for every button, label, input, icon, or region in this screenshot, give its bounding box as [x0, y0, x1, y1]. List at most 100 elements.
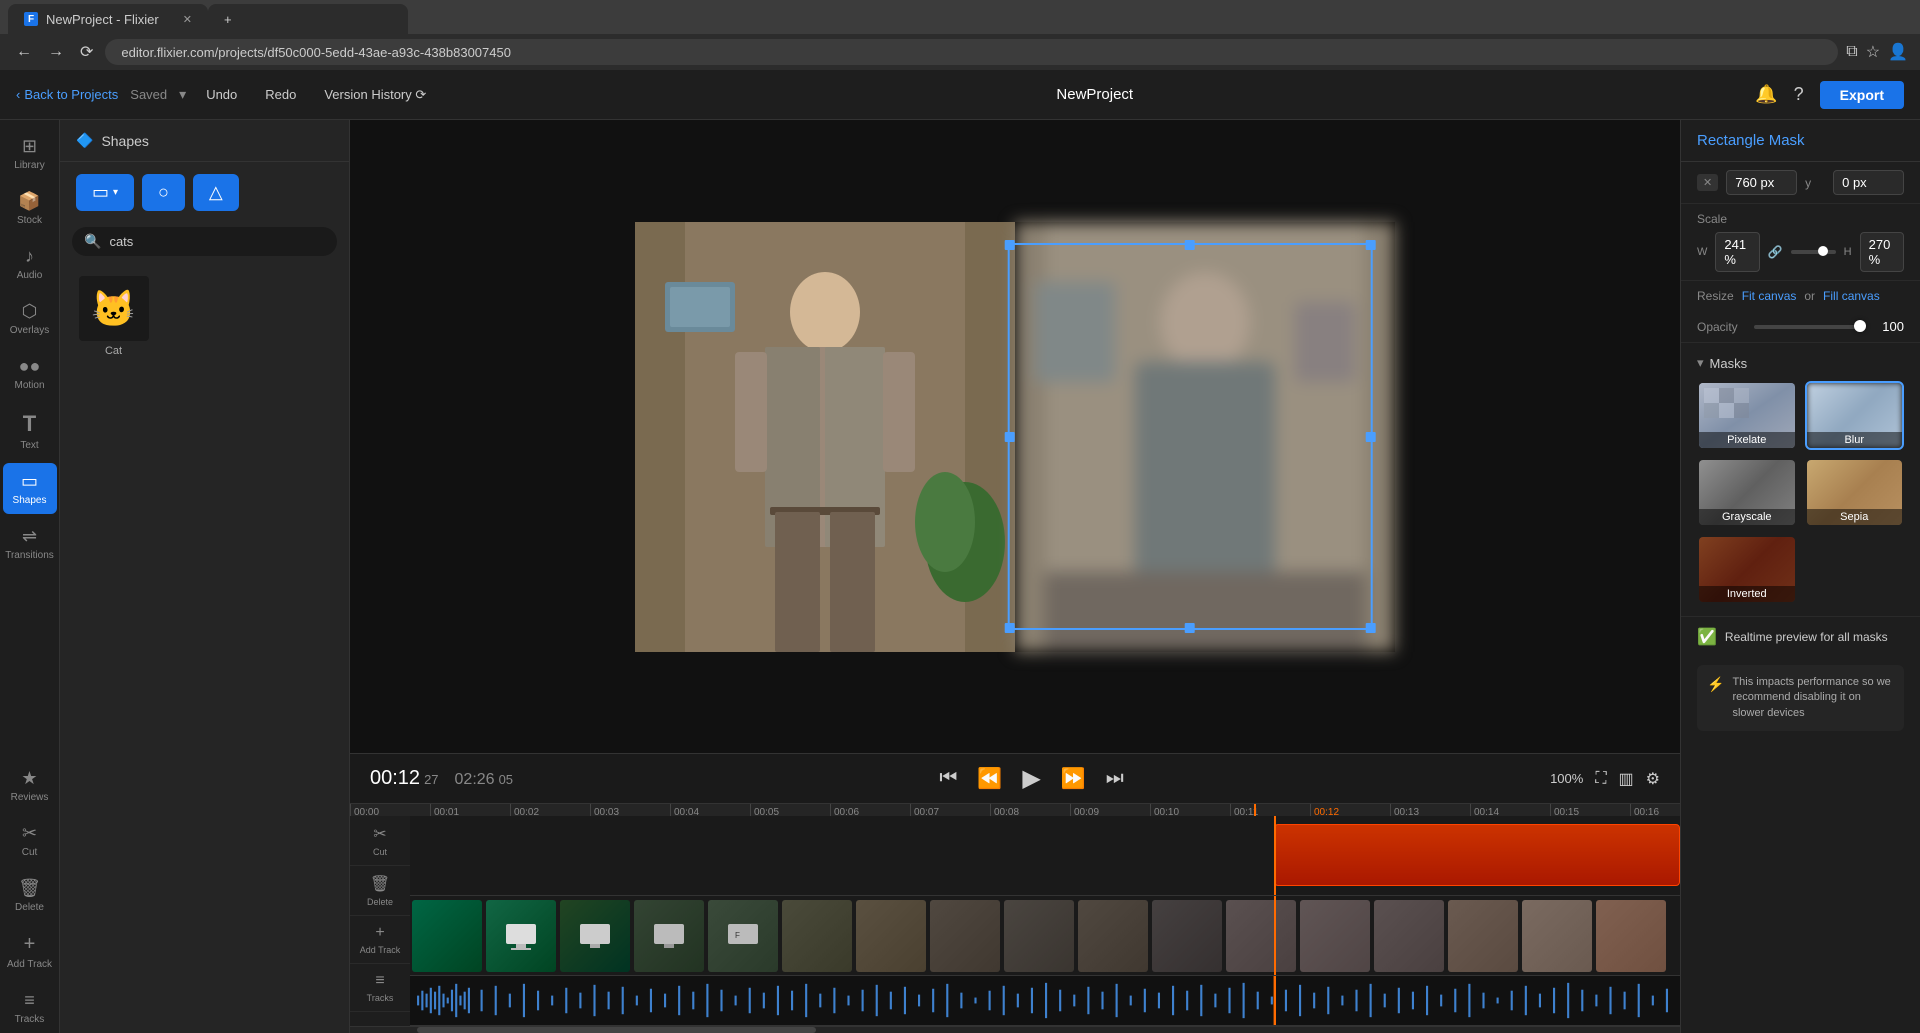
help-icon[interactable]: ? — [1794, 84, 1804, 105]
x-close-btn[interactable]: ✕ — [1697, 174, 1718, 191]
skip-to-start-btn[interactable]: ⏮ — [935, 763, 961, 794]
sidebar-item-tracks[interactable]: ≡ Tracks — [3, 982, 57, 1033]
tools-header: 🔷 Shapes — [60, 120, 349, 162]
selection-handle-bl[interactable] — [1005, 623, 1015, 633]
sidebar-item-stock[interactable]: 📦 Stock — [3, 183, 57, 234]
circle-shape-btn[interactable]: ○ — [142, 174, 185, 211]
sidebar-item-reviews[interactable]: ★ Reviews — [3, 760, 57, 811]
profile-icon[interactable]: 👤 — [1888, 42, 1908, 62]
sidebar-item-delete[interactable]: 🗑 Delete — [3, 870, 57, 921]
red-clip[interactable] — [1274, 824, 1680, 886]
track-action-cut[interactable]: ✂ Cut — [350, 816, 410, 866]
redo-btn[interactable]: Redo — [257, 83, 304, 106]
video-thumb-15 — [1522, 900, 1592, 972]
delete-icon: 🗑 — [18, 878, 41, 899]
rectangle-dropdown-arrow: ▾ — [113, 187, 118, 198]
sidebar-item-text[interactable]: T Text — [3, 403, 57, 459]
timeline-tracks-wrapper: F — [410, 816, 1680, 1026]
fullscreen-btn[interactable]: ⛶ — [1595, 770, 1606, 788]
back-to-projects-btn[interactable]: ‹ Back to Projects — [16, 87, 118, 102]
browser-actions: ⧉ ☆ 👤 — [1846, 42, 1908, 62]
y-value-box[interactable]: 0 px — [1833, 170, 1904, 195]
opacity-knob[interactable] — [1854, 320, 1866, 332]
selection-handle-bm[interactable] — [1185, 623, 1195, 633]
ruler-mark-5: 00:05 — [750, 804, 830, 816]
settings-btn[interactable]: ⚙ — [1646, 769, 1660, 789]
undo-btn[interactable]: Undo — [198, 83, 245, 106]
sidebar-item-add-track[interactable]: + Add Track — [3, 925, 57, 978]
ruler-mark-11: 00:11 — [1230, 804, 1310, 816]
split-view-btn[interactable]: ▥ — [1619, 769, 1634, 789]
text-icon: T — [23, 411, 36, 437]
selection-handle-lm[interactable] — [1005, 432, 1015, 442]
opacity-slider[interactable] — [1754, 325, 1867, 329]
version-history-btn[interactable]: Version History ⟳ — [316, 83, 434, 107]
masks-label: Masks — [1710, 356, 1748, 371]
scale-slider[interactable] — [1791, 250, 1836, 254]
fast-forward-btn[interactable]: ⏩ — [1057, 762, 1090, 795]
ruler-mark-6: 00:06 — [830, 804, 910, 816]
sidebar-item-motion[interactable]: ●● Motion — [3, 348, 57, 399]
mask-pixelate[interactable]: Pixelate — [1697, 381, 1797, 450]
export-btn[interactable]: Export — [1820, 81, 1904, 109]
add-track-track-icon: + — [375, 924, 384, 942]
playhead-audio-track — [1274, 976, 1276, 1025]
selection-handle-br[interactable] — [1366, 623, 1376, 633]
forward-btn[interactable]: → — [44, 39, 68, 65]
rewind-btn[interactable]: ⏪ — [973, 762, 1006, 795]
scale-link-icon[interactable]: 🔗 — [1768, 245, 1783, 259]
new-tab-btn[interactable]: + — [208, 4, 408, 34]
scrollbar-thumb[interactable] — [417, 1027, 816, 1033]
monitor-icon-1 — [501, 916, 541, 956]
sidebar-item-library[interactable]: ⊞ Library — [3, 128, 57, 179]
timeline-scrollbar[interactable] — [350, 1026, 1680, 1033]
selection-box[interactable] — [1008, 243, 1373, 630]
triangle-shape-btn[interactable]: △ — [193, 174, 239, 211]
video-thumb-4: F — [708, 900, 778, 972]
reload-btn[interactable]: ⟳ — [76, 38, 97, 66]
scale-slider-knob[interactable] — [1818, 246, 1828, 256]
address-bar[interactable] — [105, 39, 1838, 65]
sidebar-item-overlays[interactable]: ⬡ Overlays — [3, 293, 57, 344]
track-action-delete[interactable]: 🗑 Delete — [350, 866, 410, 916]
tab-close-btn[interactable]: ✕ — [183, 13, 192, 26]
sidebar-item-audio[interactable]: ♪ Audio — [3, 238, 57, 289]
selection-handle-tl[interactable] — [1005, 240, 1015, 250]
bookmark-icon[interactable]: ☆ — [1866, 42, 1880, 62]
mask-grayscale[interactable]: Grayscale — [1697, 458, 1797, 527]
w-value-box[interactable]: 241 % — [1715, 232, 1759, 272]
performance-warning: ⚡ This impacts performance so we recomme… — [1697, 665, 1904, 731]
rectangle-shape-btn[interactable]: ▭ ▾ — [76, 174, 134, 211]
playhead-overlay-track — [1274, 816, 1276, 895]
selection-handle-tr[interactable] — [1366, 240, 1376, 250]
track-action-add[interactable]: + Add Track — [350, 916, 410, 964]
mask-blur[interactable]: Blur — [1805, 381, 1905, 450]
fill-canvas-btn[interactable]: Fill canvas — [1823, 289, 1880, 303]
saved-dropdown-icon[interactable]: ▾ — [179, 86, 186, 103]
monitor-icon-4: F — [723, 916, 763, 956]
search-input[interactable] — [109, 234, 325, 249]
sidebar-item-cut[interactable]: ✂ Cut — [3, 815, 57, 866]
sidebar-label-shapes: Shapes — [13, 495, 47, 506]
sidebar-item-shapes[interactable]: ▭ Shapes — [3, 463, 57, 514]
opacity-label: Opacity — [1697, 320, 1738, 334]
sidebar-item-transitions[interactable]: ⇌ Transitions — [3, 518, 57, 569]
x-value-box[interactable]: 760 px — [1726, 170, 1797, 195]
cut-icon: ✂ — [22, 823, 37, 844]
timeline-ruler[interactable]: 00:00 00:01 00:02 00:03 00:04 00:05 00:0… — [350, 804, 1680, 816]
track-action-tracks[interactable]: ≡ Tracks — [350, 964, 410, 1012]
play-btn[interactable]: ▶ — [1018, 760, 1044, 797]
fit-canvas-btn[interactable]: Fit canvas — [1742, 289, 1797, 303]
list-item[interactable]: 🐱 Cat — [72, 276, 155, 357]
selection-handle-tm[interactable] — [1185, 240, 1195, 250]
motion-icon: ●● — [19, 356, 41, 377]
selection-handle-rm[interactable] — [1366, 432, 1376, 442]
back-btn[interactable]: ← — [12, 39, 36, 65]
extensions-icon[interactable]: ⧉ — [1846, 43, 1857, 61]
mask-inverted[interactable]: Inverted — [1697, 535, 1797, 604]
h-value-box[interactable]: 270 % — [1860, 232, 1904, 272]
mask-sepia[interactable]: Sepia — [1805, 458, 1905, 527]
current-frame: 27 — [424, 772, 438, 787]
notifications-icon[interactable]: 🔔 — [1755, 84, 1777, 105]
skip-to-end-btn[interactable]: ⏭ — [1102, 763, 1128, 794]
